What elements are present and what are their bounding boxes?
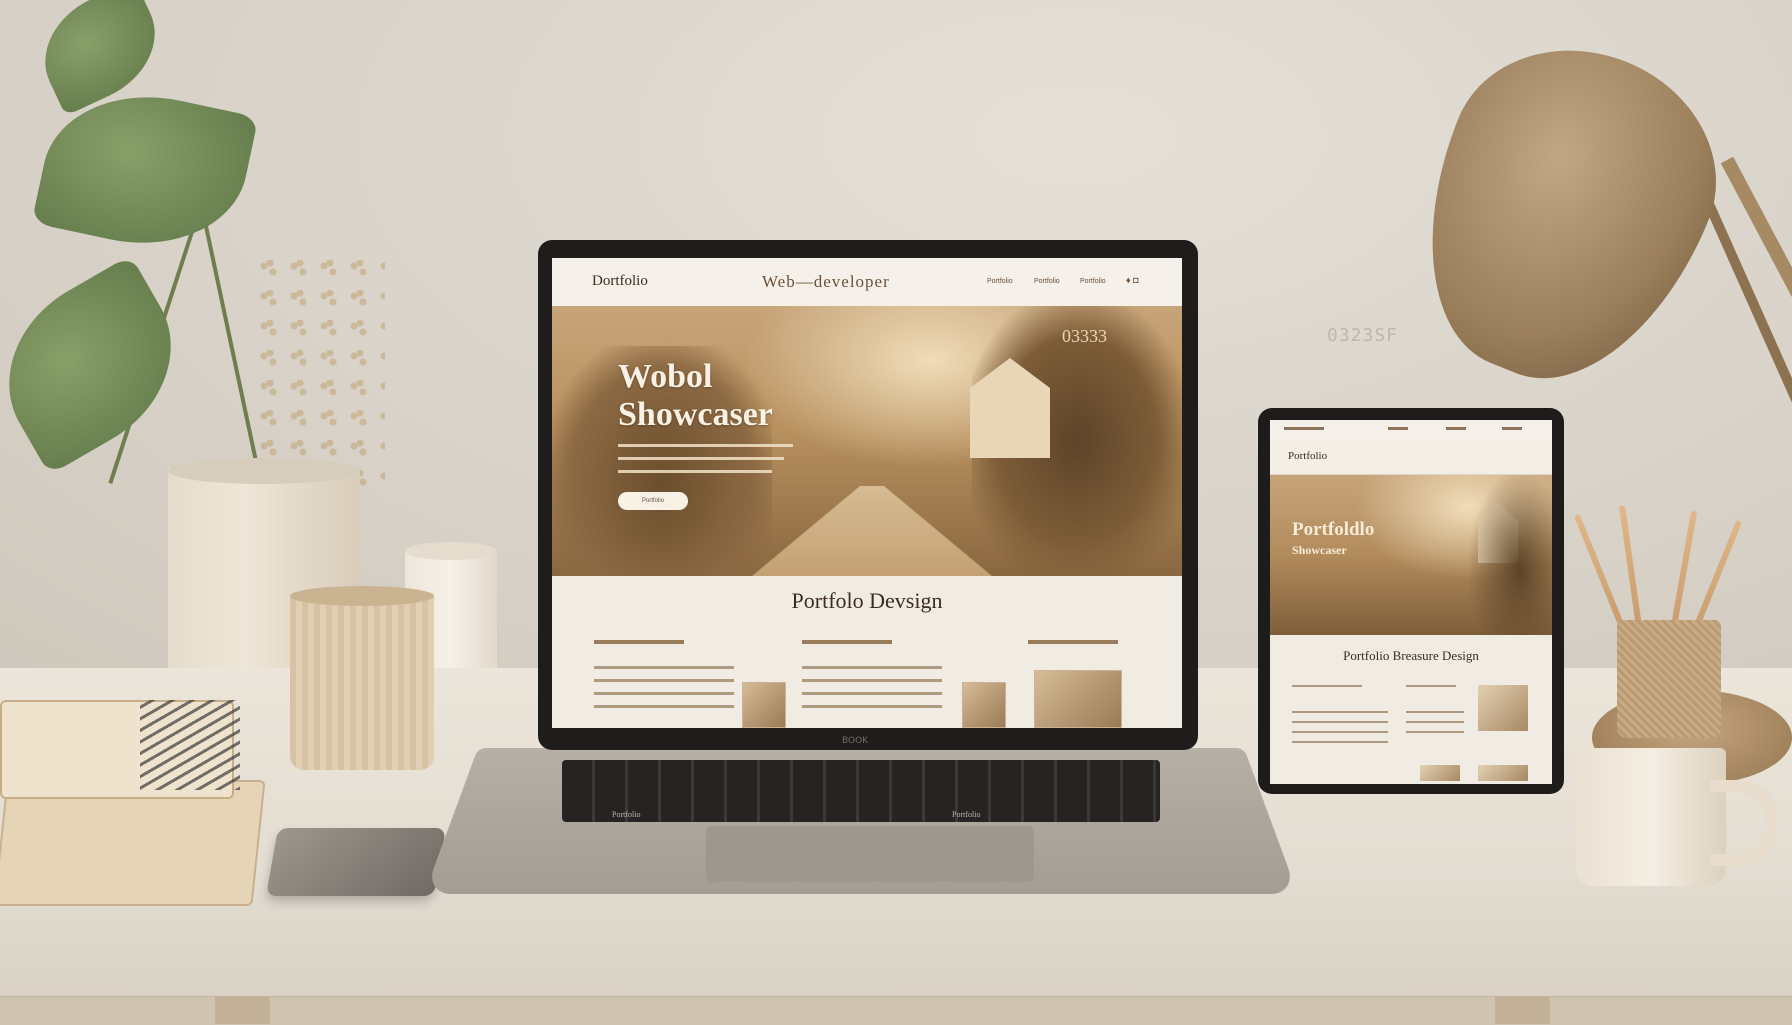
tablet-card-thumbnail[interactable] [1420,765,1460,781]
placeholder-line [618,444,793,447]
placeholder-line [1292,741,1388,743]
desk-leg [1495,996,1550,1024]
notebook-spiral [140,700,240,790]
nav-link[interactable]: Portfolio [987,278,1013,285]
placeholder-line [1388,427,1408,430]
key-label: Portfolio [952,810,981,819]
section-title: Portfolo Devsign [791,588,943,613]
placeholder-line [1292,731,1388,733]
tablet-screen: Portfolio Portfoldlo Showcaser Portfolio… [1270,420,1552,784]
tablet-hero-title: Portfoldlo Showcaser [1292,520,1374,560]
ribbed-cup [290,586,434,770]
nav-link[interactable]: Portfolio [1080,278,1106,285]
card-thumbnail[interactable] [1034,670,1122,728]
placeholder-line [594,705,734,708]
tablet-card-thumbnail[interactable] [1478,685,1528,731]
placeholder-line [1406,721,1464,723]
pencil-cup [1617,620,1721,738]
card-thumbnail[interactable] [962,682,1006,728]
placeholder-line [618,457,785,460]
hero-text-lines [618,444,793,483]
hero-number: 03333 [1062,326,1107,346]
placeholder-line [802,692,942,695]
tablet-card[interactable] [1292,685,1388,751]
tablet-card[interactable] [1406,685,1464,741]
placeholder-line [594,679,734,682]
content-card[interactable] [802,640,942,718]
wall-number: 0323SF [1327,325,1399,346]
tablet-section-title: Portfolio Breasure Design [1343,648,1479,663]
card-heading [802,640,892,644]
nav-link[interactable]: Portfolio [1034,278,1060,285]
hero-trees-right [1470,475,1552,635]
laptop-trackpad[interactable] [706,826,1034,882]
card-heading [1028,640,1118,644]
placeholder-line [1284,427,1324,430]
placeholder-line [1446,427,1466,430]
tablet-topbar [1270,420,1552,440]
hero-road [752,486,992,576]
social-icon[interactable]: ♦ ◘ [1126,275,1139,285]
placeholder-line [802,705,942,708]
placeholder-line [618,470,772,473]
site-navbar: Dortfolio Web—developer Portfolio Portfo… [552,258,1182,307]
laptop-brand: BOOK [842,736,869,746]
content-card[interactable] [594,640,734,718]
site-logo[interactable]: Dortfolio [592,273,648,290]
hero-title: Wobol Showcaser [618,358,773,434]
mug [1576,748,1726,886]
site-nav-title: Web—developer [762,272,890,291]
hero-title-line: Wobol [618,358,713,395]
placeholder-line [1406,731,1464,733]
placeholder-line [1292,721,1388,723]
placeholder-line [802,679,942,682]
dried-flowers [255,260,385,490]
hero-cta-button[interactable]: Portfolio [618,492,688,510]
placeholder-line [1292,685,1362,687]
placeholder-line [594,692,734,695]
placeholder-line [1292,711,1388,713]
smartphone [266,828,446,896]
placeholder-line [1406,685,1456,687]
card-thumbnail[interactable] [742,682,786,728]
desk-leg [215,996,270,1024]
hero-title-line: Showcaser [618,396,773,433]
placeholder-line [802,666,942,669]
tablet-site-logo[interactable]: Portfolio [1288,450,1327,462]
content-card[interactable] [1028,640,1118,666]
placeholder-line [1502,427,1522,430]
card-heading [594,640,684,644]
placeholder-line [1406,711,1464,713]
tablet-card-thumbnail[interactable] [1478,765,1528,781]
hero-title-line: Showcaser [1292,543,1347,557]
hero-title-line: Portfoldlo [1292,519,1375,540]
key-label: Portfolio [612,810,641,819]
placeholder-line [594,666,734,669]
hero-banner: 03333 Wobol Showcaser Portfolio [552,306,1182,576]
laptop-screen: Dortfolio Web—developer Portfolio Portfo… [552,258,1182,728]
laptop-keyboard[interactable]: Portfolio Portfolio [562,760,1160,822]
